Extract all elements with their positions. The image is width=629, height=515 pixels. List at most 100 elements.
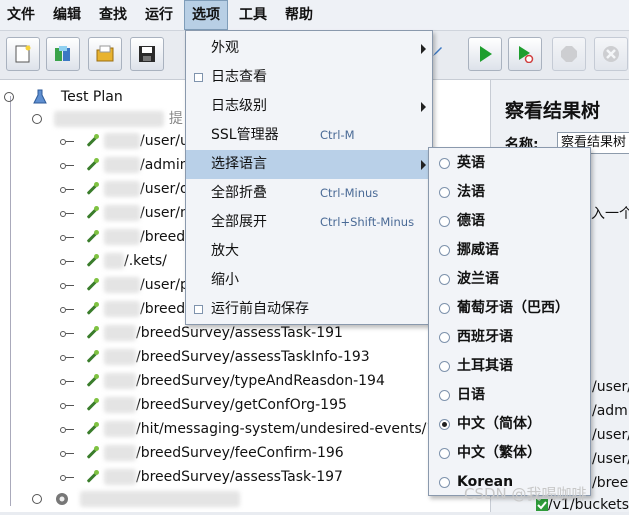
menu-file[interactable]: 文件: [0, 0, 42, 30]
language-option[interactable]: 西班牙语: [429, 323, 590, 352]
tree-row[interactable]: /user/m: [60, 202, 194, 224]
language-option[interactable]: 英语: [429, 149, 590, 178]
language-option[interactable]: 法语: [429, 178, 590, 207]
menu-item-choose-language[interactable]: 选择语言: [186, 150, 432, 179]
radio-icon[interactable]: [439, 448, 450, 459]
tree-row[interactable]: /breedS: [60, 226, 194, 248]
run-button[interactable]: [468, 37, 502, 71]
redacted-region: [104, 325, 136, 341]
play-icon: [480, 46, 492, 62]
tree-row[interactable]: /.kets/: [60, 250, 167, 272]
thread-group-node[interactable]: 提: [32, 108, 183, 130]
language-option[interactable]: 挪威语: [429, 236, 590, 265]
checkbox-icon[interactable]: [194, 73, 203, 82]
language-option[interactable]: 土耳其语: [429, 352, 590, 381]
tree-toggle-icon[interactable]: [32, 493, 42, 504]
result-row[interactable]: /user/: [592, 379, 629, 395]
http-sampler-icon: [84, 397, 100, 413]
redacted-region: [104, 445, 136, 461]
config-gear-icon: [56, 492, 69, 505]
stop-icon: [561, 46, 577, 62]
radio-icon[interactable]: [439, 332, 450, 343]
new-file-icon: [15, 45, 31, 63]
checkbox-icon[interactable]: [194, 305, 203, 314]
menu-run[interactable]: 运行: [138, 0, 180, 30]
menu-tools[interactable]: 工具: [232, 0, 274, 30]
menu-item-log-level[interactable]: 日志级别: [186, 92, 432, 121]
radio-icon[interactable]: [439, 216, 450, 227]
menu-edit[interactable]: 编辑: [46, 0, 88, 30]
language-option[interactable]: 日语: [429, 381, 590, 410]
menu-item-zoom-out[interactable]: 缩小: [186, 266, 432, 295]
play-no-pause-icon: [519, 46, 534, 63]
tree-row[interactable]: /user/ul: [60, 130, 193, 152]
radio-icon[interactable]: [439, 477, 450, 488]
result-row[interactable]: /user/: [592, 427, 629, 443]
tree-row[interactable]: /breedSurvey/assessTaskInfo-193: [60, 346, 370, 368]
radio-icon[interactable]: [439, 390, 450, 401]
menu-item-zoom-in[interactable]: 放大: [186, 237, 432, 266]
tree-row-collapsed[interactable]: [32, 488, 241, 510]
result-row[interactable]: /user/: [592, 451, 629, 467]
radio-icon[interactable]: [439, 303, 450, 314]
menu-help[interactable]: 帮助: [278, 0, 320, 30]
radio-icon[interactable]: [439, 361, 450, 372]
result-row[interactable]: /admin: [592, 403, 629, 419]
tree-row[interactable]: /user/pe: [60, 274, 197, 296]
http-sampler-icon: [84, 205, 100, 221]
http-sampler-icon: [84, 157, 100, 173]
menu-item-expand-all[interactable]: 全部展开 Ctrl+Shift-Minus: [186, 208, 432, 237]
tree-toggle-icon[interactable]: [4, 92, 14, 102]
tree-row[interactable]: /breedSurvey/assessTask-197: [60, 466, 343, 488]
panel-text-snippet: 入一个: [591, 206, 629, 222]
language-option[interactable]: 中文（繁体）: [429, 439, 590, 468]
tree-guide-line: [10, 96, 11, 506]
tree-toggle-icon[interactable]: [32, 114, 42, 124]
open-folder-icon: [96, 45, 114, 62]
menu-item-log-viewer[interactable]: 日志查看: [186, 63, 432, 92]
menu-options[interactable]: 选项: [184, 0, 228, 30]
menu-search[interactable]: 查找: [92, 0, 134, 30]
panel-title: 察看结果树: [505, 100, 601, 122]
tree-row[interactable]: /breedSurvey/typeAndReasdon-194: [60, 370, 385, 392]
tree-row[interactable]: /hit/messaging-system/undesired-events/1…: [60, 418, 458, 440]
radio-icon[interactable]: [439, 274, 450, 285]
open-button[interactable]: [88, 37, 122, 71]
radio-icon[interactable]: [439, 158, 450, 169]
save-button[interactable]: [130, 37, 164, 71]
language-option[interactable]: 葡萄牙语（巴西）: [429, 294, 590, 323]
http-sampler-icon: [84, 325, 100, 341]
new-button[interactable]: [6, 37, 40, 71]
menu-item-look-and-feel[interactable]: 外观: [186, 34, 432, 63]
http-sampler-icon: [84, 133, 100, 149]
radio-icon[interactable]: [439, 245, 450, 256]
menu-item-ssl-manager[interactable]: SSL管理器 Ctrl-M: [186, 121, 432, 150]
redacted-region: [104, 421, 136, 437]
http-sampler-icon: [84, 253, 100, 269]
thread-group-hint: 提: [168, 111, 183, 127]
tree-row[interactable]: /admin/l: [60, 154, 197, 176]
language-option-selected[interactable]: 中文（简体）: [429, 410, 590, 439]
http-sampler-icon: [84, 445, 100, 461]
menu-item-auto-save[interactable]: 运行前自动保存: [186, 295, 432, 324]
redacted-region: [104, 229, 140, 245]
language-option[interactable]: 德语: [429, 207, 590, 236]
tree-row[interactable]: /breedSurvey/assessTask-191: [60, 322, 343, 344]
redacted-region: [54, 111, 165, 127]
redacted-region: [104, 373, 136, 389]
tree-row[interactable]: /breedS: [60, 298, 194, 320]
radio-icon[interactable]: [439, 187, 450, 198]
templates-button[interactable]: [46, 37, 80, 71]
tree-row[interactable]: /user/or: [60, 178, 194, 200]
submenu-arrow-icon: [421, 44, 426, 54]
tree-row[interactable]: /breedSurvey/getConfOrg-195: [60, 394, 347, 416]
language-option[interactable]: 波兰语: [429, 265, 590, 294]
menu-item-collapse-all[interactable]: 全部折叠 Ctrl-Minus: [186, 179, 432, 208]
test-plan-node[interactable]: Test Plan: [4, 86, 123, 108]
shutdown-button[interactable]: [594, 37, 628, 71]
run-no-pause-button[interactable]: [508, 37, 542, 71]
radio-selected-icon[interactable]: [439, 419, 450, 430]
tree-row[interactable]: /breedSurvey/feeConfirm-196: [60, 442, 344, 464]
result-row[interactable]: /breed: [592, 475, 629, 491]
stop-button[interactable]: [552, 37, 586, 71]
